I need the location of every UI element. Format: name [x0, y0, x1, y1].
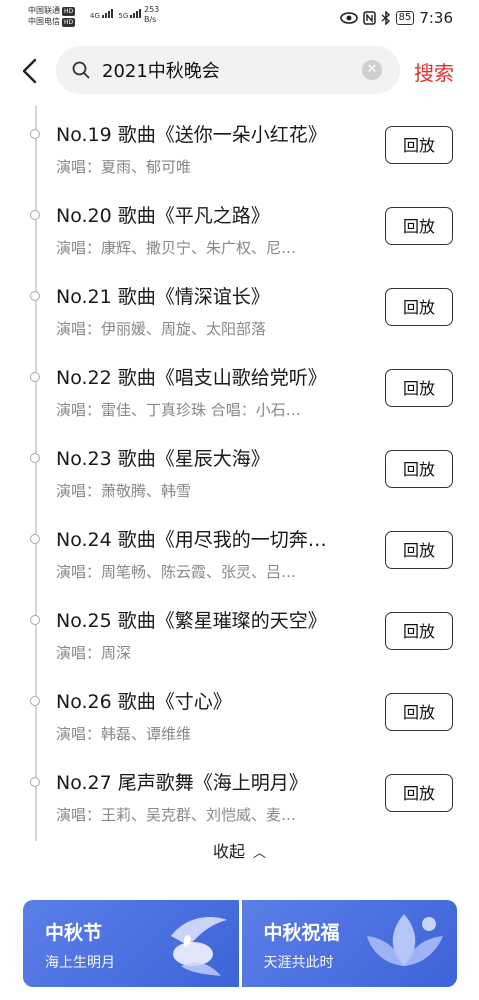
program-item[interactable]: No.23 歌曲《星辰大海》 演唱：萧敬腾、韩雪 回放	[0, 439, 479, 520]
mid-autumn-card[interactable]: 中秋节 海上生明月	[23, 900, 239, 987]
network-5g: 5G	[118, 12, 129, 20]
program-performers: 演唱：萧敬腾、韩雪	[56, 482, 192, 500]
search-button[interactable]: 搜索	[414, 57, 454, 86]
collapse-label: 收起	[212, 842, 245, 861]
program-title: No.22 歌曲《唱支山歌给党听》	[56, 367, 327, 389]
program-performers: 演唱：周深	[56, 644, 132, 662]
bluetooth-icon	[381, 11, 390, 25]
program-item[interactable]: No.19 歌曲《送你一朵小红花》 演唱：夏雨、郁可唯 回放	[0, 115, 479, 196]
timeline-dot	[30, 129, 40, 139]
chevron-up-icon: ︿	[253, 846, 267, 861]
program-title: No.24 歌曲《用尽我的一切奔…	[56, 529, 327, 551]
carrier-2: 中国电信	[28, 17, 60, 26]
card-subtitle: 天涯共此时	[263, 955, 334, 971]
timeline-dot	[30, 615, 40, 625]
speed-value: 253	[144, 5, 160, 14]
clear-search-button[interactable]: ✕	[362, 60, 382, 80]
topic-cards: 中秋节 海上生明月 中秋祝福 天涯共此时	[23, 900, 457, 987]
program-item[interactable]: No.21 歌曲《情深谊长》 演唱：伊丽媛、周旋、太阳部落 回放	[0, 277, 479, 358]
nfc-icon	[362, 11, 376, 25]
replay-button[interactable]: 回放	[385, 774, 453, 812]
program-list: No.19 歌曲《送你一朵小红花》 演唱：夏雨、郁可唯 回放 No.20 歌曲《…	[0, 115, 479, 844]
replay-button[interactable]: 回放	[385, 288, 453, 326]
replay-button[interactable]: 回放	[385, 450, 453, 488]
timeline-dot	[30, 291, 40, 301]
card-title: 中秋节	[45, 922, 103, 944]
program-title: No.25 歌曲《繁星璀璨的天空》	[56, 610, 327, 632]
card-subtitle: 海上生明月	[45, 955, 115, 971]
program-performers: 演唱：韩磊、谭维维	[56, 725, 192, 743]
timeline-dot	[30, 534, 40, 544]
signal-icon	[130, 9, 142, 18]
program-performers: 演唱：康辉、撒贝宁、朱广权、尼…	[56, 239, 297, 257]
signal-icons: 4G 5G	[90, 8, 144, 20]
program-performers: 演唱：王莉、吴克群、刘恺威、麦…	[56, 806, 297, 824]
chevron-left-icon	[22, 58, 37, 84]
timeline-dot	[30, 777, 40, 787]
blessing-card[interactable]: 中秋祝福 天涯共此时	[241, 900, 457, 987]
clock: 7:36	[419, 9, 453, 27]
program-title: No.27 尾声歌舞《海上明月》	[56, 772, 308, 794]
search-icon	[72, 61, 90, 79]
network-4g: 4G	[90, 12, 100, 20]
program-title: No.26 歌曲《寸心》	[56, 691, 232, 713]
eye-icon	[339, 12, 358, 24]
replay-button[interactable]: 回放	[385, 207, 453, 245]
program-title: No.21 歌曲《情深谊长》	[56, 286, 270, 308]
collapse-button[interactable]: 收起 ︿	[0, 838, 479, 862]
battery-level: 85	[395, 11, 415, 25]
status-right: 85 7:36	[339, 9, 453, 27]
program-performers: 演唱：周笔畅、陈云霞、张灵、吕…	[56, 563, 297, 581]
program-item[interactable]: No.20 歌曲《平凡之路》 演唱：康辉、撒贝宁、朱广权、尼… 回放	[0, 196, 479, 277]
replay-button[interactable]: 回放	[385, 693, 453, 731]
program-title: No.19 歌曲《送你一朵小红花》	[56, 124, 327, 146]
hd-badge: HD	[62, 18, 76, 27]
search-query: 2021中秋晚会	[102, 61, 220, 82]
card-title: 中秋祝福	[263, 922, 340, 944]
program-performers: 演唱：雷佳、丁真珍珠 合唱：小石…	[56, 401, 301, 419]
program-item[interactable]: No.24 歌曲《用尽我的一切奔… 演唱：周笔畅、陈云霞、张灵、吕… 回放	[0, 520, 479, 601]
timeline-dot	[30, 210, 40, 220]
lotus-icon	[367, 914, 443, 966]
timeline-dot	[30, 372, 40, 382]
replay-button[interactable]: 回放	[385, 369, 453, 407]
program-item[interactable]: No.27 尾声歌舞《海上明月》 演唱：王莉、吴克群、刘恺威、麦… 回放	[0, 763, 479, 844]
replay-button[interactable]: 回放	[385, 612, 453, 650]
carrier-1: 中国联通	[28, 6, 60, 15]
carrier-info: 中国联通 HD 中国电信 HD	[28, 5, 76, 27]
timeline-dot	[30, 696, 40, 706]
speed-unit: B/s	[144, 15, 157, 24]
replay-button[interactable]: 回放	[385, 531, 453, 569]
program-item[interactable]: No.26 歌曲《寸心》 演唱：韩磊、谭维维 回放	[0, 682, 479, 763]
hd-badge: HD	[62, 7, 76, 16]
program-title: No.23 歌曲《星辰大海》	[56, 448, 270, 470]
back-button[interactable]	[18, 56, 42, 86]
program-title: No.20 歌曲《平凡之路》	[56, 205, 270, 227]
program-performers: 演唱：伊丽媛、周旋、太阳部落	[56, 320, 267, 338]
timeline-dot	[30, 453, 40, 463]
rabbit-lotus-icon	[170, 917, 227, 976]
search-input[interactable]: 2021中秋晚会 ✕	[56, 46, 400, 94]
program-item[interactable]: No.22 歌曲《唱支山歌给党听》 演唱：雷佳、丁真珍珠 合唱：小石… 回放	[0, 358, 479, 439]
program-performers: 演唱：夏雨、郁可唯	[56, 158, 192, 176]
signal-icon	[102, 9, 114, 18]
replay-button[interactable]: 回放	[385, 126, 453, 164]
search-row: 2021中秋晚会 ✕ 搜索	[0, 44, 479, 100]
program-item[interactable]: No.25 歌曲《繁星璀璨的天空》 演唱：周深 回放	[0, 601, 479, 682]
network-speed: 253 B/s	[144, 5, 159, 25]
status-bar: 中国联通 HD 中国电信 HD 4G 5G 253 B/s 85 7:36	[0, 0, 479, 36]
